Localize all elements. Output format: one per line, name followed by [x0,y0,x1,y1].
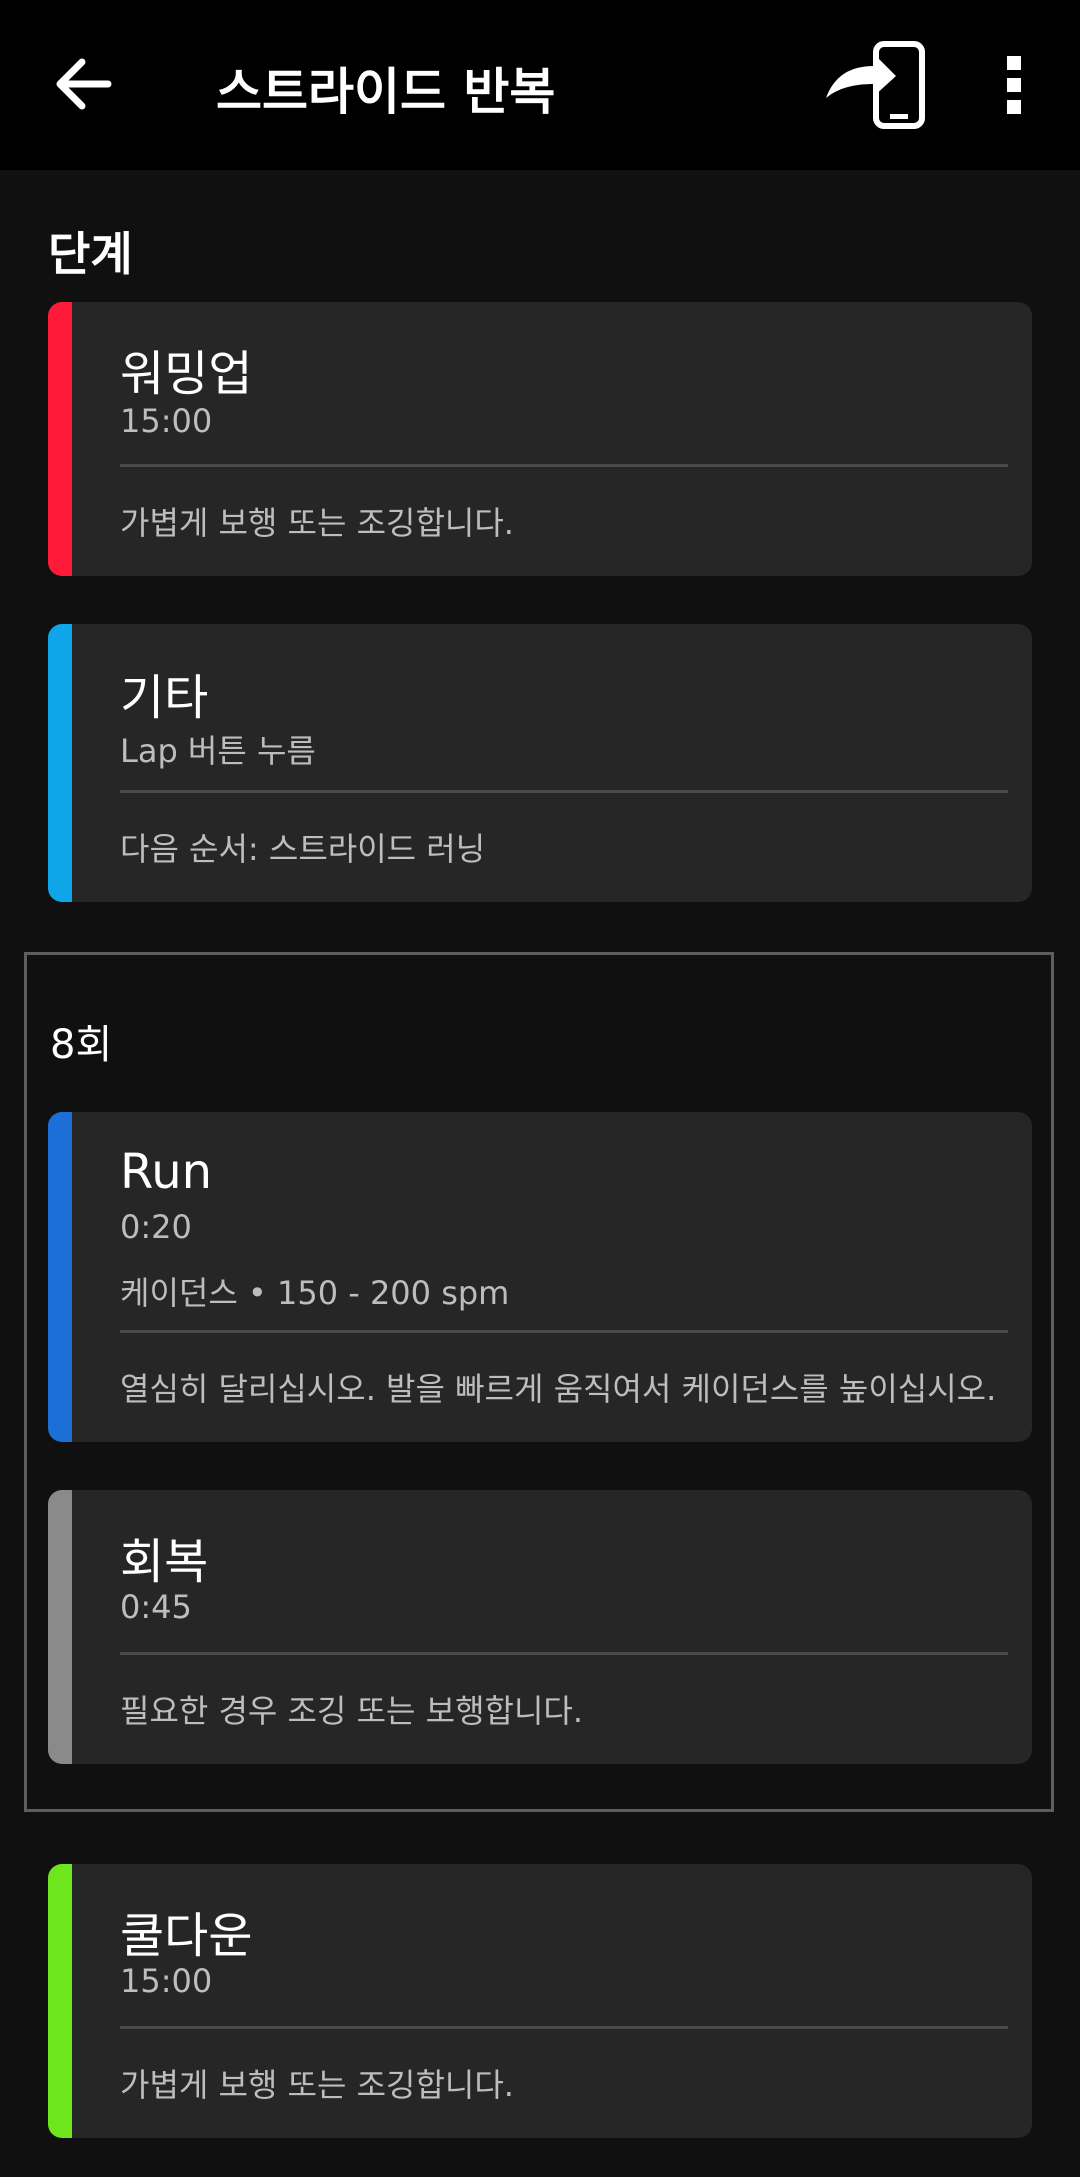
step-color-stripe [48,1112,72,1442]
step-divider [120,790,1008,793]
send-to-device-button[interactable] [820,36,930,134]
step-note: 가볍게 보행 또는 조깅합니다. [120,2066,514,2104]
step-name: 기타 [120,670,209,726]
step-card-other[interactable]: 기타 Lap 버튼 누름 다음 순서: 스트라이드 러닝 [48,624,1032,902]
step-name: 회복 [120,1534,209,1590]
more-options-button[interactable] [990,50,1040,120]
repeat-count-label: 8회 [50,1022,113,1068]
step-divider [120,1652,1008,1655]
step-duration: 0:20 [120,1208,192,1246]
step-color-stripe [48,302,72,576]
step-color-stripe [48,624,72,902]
step-card-warmup[interactable]: 워밍업 15:00 가볍게 보행 또는 조깅합니다. [48,302,1032,576]
step-color-stripe [48,1490,72,1764]
step-divider [120,1330,1008,1333]
step-name: 워밍업 [120,346,253,402]
step-name: Run [120,1144,213,1200]
step-card-cooldown[interactable]: 쿨다운 15:00 가볍게 보행 또는 조깅합니다. [48,1864,1032,2138]
step-note: 필요한 경우 조깅 또는 보행합니다. [120,1692,584,1730]
step-card-run[interactable]: Run 0:20 케이던스 • 150 - 200 spm 열심히 달리십시오.… [48,1112,1032,1442]
step-note: 다음 순서: 스트라이드 러닝 [120,830,486,868]
step-color-stripe [48,1864,72,2138]
page-title: 스트라이드 반복 [216,63,556,121]
step-card-recovery[interactable]: 회복 0:45 필요한 경우 조깅 또는 보행합니다. [48,1490,1032,1764]
more-vertical-icon [1007,56,1021,114]
step-note: 열심히 달리십시오. 발을 빠르게 움직여서 케이던스를 높이십시오. [120,1370,997,1408]
back-button[interactable] [48,48,120,120]
step-duration: Lap 버튼 누름 [120,732,316,770]
step-duration: 15:00 [120,1962,213,2000]
arrow-left-icon [56,58,112,110]
step-duration: 0:45 [120,1588,192,1626]
step-duration: 15:00 [120,402,213,440]
section-title: 단계 [48,227,133,281]
app-bar: 스트라이드 반복 [0,0,1080,170]
step-note: 가볍게 보행 또는 조깅합니다. [120,504,514,542]
step-divider [120,2026,1008,2029]
send-to-device-icon [826,41,925,129]
step-target: 케이던스 • 150 - 200 spm [120,1274,510,1312]
step-name: 쿨다운 [120,1908,253,1964]
step-divider [120,464,1008,467]
